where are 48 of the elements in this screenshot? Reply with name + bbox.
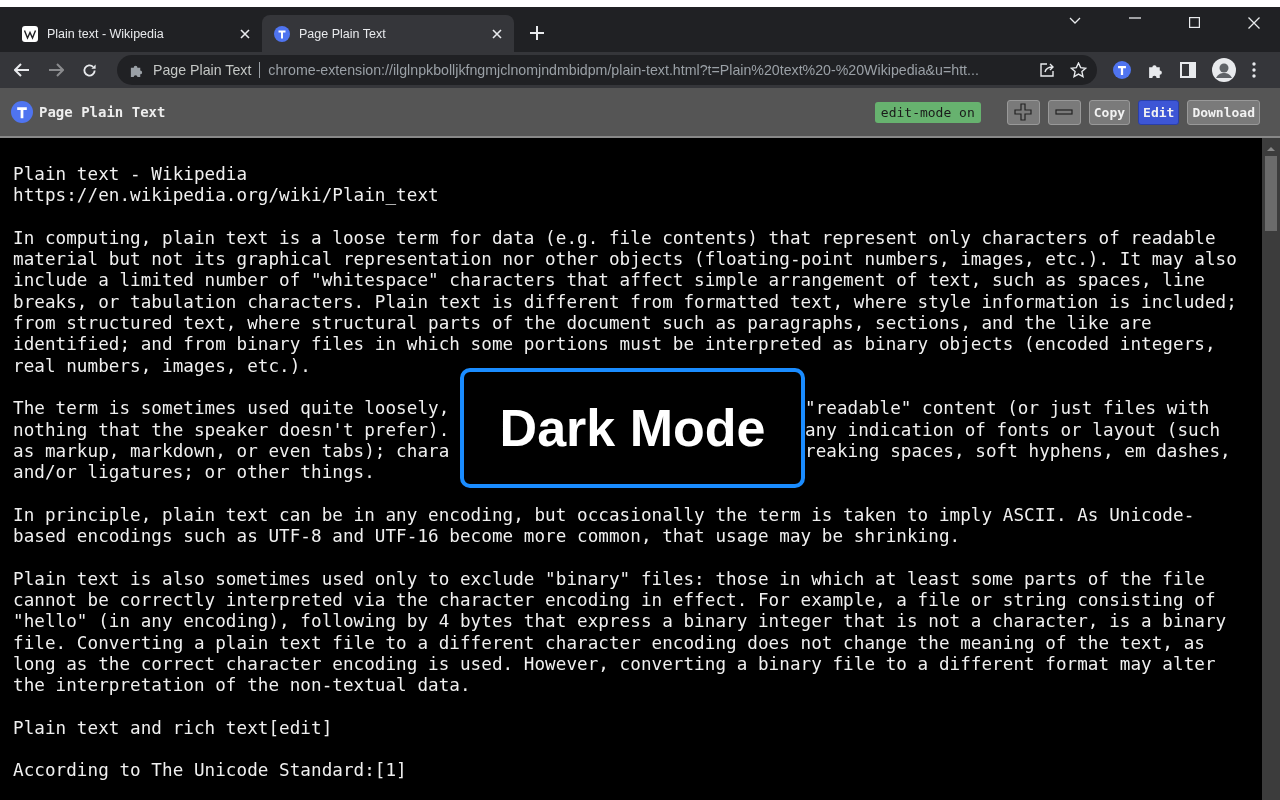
menu-dots-icon[interactable] [1252, 62, 1256, 78]
paragraph: In principle, plain text can be in any encoding, but occasionally the term is taken to imply ASCII. As Unicode- based encodings such as UTF-8 and UTF-16 become more common, that usage may be shrinking. [13, 504, 1196, 548]
star-icon[interactable] [1070, 62, 1087, 78]
close-icon[interactable] [492, 28, 502, 39]
zoom-out-button[interactable] [1047, 99, 1081, 125]
toolbar-button[interactable]: Edit [1138, 99, 1180, 125]
paragraph: According to The Unicode Standard:[1] [13, 760, 408, 782]
avatar-icon[interactable] [1212, 58, 1236, 82]
close-icon[interactable] [1248, 17, 1260, 29]
paragraph: Plain text is also sometimes used only to exclude "binary" files: those in which at least some parts of the file cannot be correctly interpreted via the character encoding in effect. For example, a file or string consisting of "hello" (in any encoding), following by 4 bytes that express a binary integer that is not a character, is a binary file. Converting a plain text file to a different character encoding does not change the meaning of the text, as long as the correct character encoding is used. However, converting a binary file to a different format may alter the interpretation of the non-textual data. [13, 568, 1228, 697]
text-line: "readable" content (or just files with [805, 398, 1210, 420]
new-tab-icon[interactable] [530, 26, 544, 40]
plus-icon [1014, 103, 1033, 121]
maximize-icon[interactable] [1189, 17, 1200, 28]
t-logo-icon [11, 101, 33, 123]
paragraph: Plain text and rich text[edit] [13, 717, 334, 739]
text-line: any indication of fonts or layout (such [805, 419, 1221, 441]
zoom-in-button[interactable] [1006, 99, 1040, 125]
browser-tab[interactable]: Plain text - Wikipedia [10, 15, 262, 52]
text-line: as markup, markdown, or even tabs); chara [13, 440, 450, 463]
text-line: nothing that the speaker doesn't prefer). [13, 419, 450, 441]
wikipedia-w-icon [22, 25, 38, 42]
scroll-up-arrow-icon[interactable] [1267, 146, 1275, 151]
minus-icon [1055, 109, 1074, 115]
chevron-down-icon[interactable] [1069, 17, 1081, 25]
browser-tab[interactable]: Page Plain Text [262, 15, 514, 52]
overlay-label: Dark Mode [460, 368, 805, 488]
scrollbar-thumb[interactable] [1265, 156, 1277, 231]
url-text: chrome-extension://ilglnpkbolljkfngmjclnomjndmbidpm/plain-text.html?t=Plain%20text%20-%20Wikipedia&u=htt... [268, 62, 980, 78]
site-label: Page Plain Text [153, 62, 252, 78]
t-logo-icon[interactable] [1113, 61, 1131, 79]
toolbar-button[interactable]: Download [1187, 99, 1260, 125]
edit-mode-badge: edit-mode on [874, 101, 981, 123]
side-panel-icon[interactable] [1180, 62, 1196, 78]
forward-arrow-icon[interactable] [48, 63, 64, 77]
t-logo-icon [274, 25, 290, 42]
share-icon[interactable] [1039, 62, 1056, 78]
extension-title: Page Plain Text [39, 104, 166, 120]
text-line: The term is sometimes used quite loosely, [13, 398, 450, 420]
close-icon[interactable] [240, 28, 250, 39]
address-bar[interactable]: Page Plain Text chrome-extension://ilglnpkbolljkfngmjclnomjndmbidpm/plain-text.html?t=Plain%20text%20-%20Wikipedia&u=htt... [117, 55, 1097, 85]
text-line: reaking spaces, soft hyphens, em dashes, [805, 440, 1231, 463]
reload-icon[interactable] [82, 62, 97, 78]
toolbar-button[interactable]: Copy [1088, 99, 1131, 125]
paragraph: Plain text - Wikipedia https://en.wikipedia.org/wiki/Plain_text [13, 164, 440, 207]
back-arrow-icon[interactable] [14, 63, 30, 77]
text-line: and/or ligatures; or other things. [13, 462, 375, 484]
scrollbar[interactable] [1262, 138, 1280, 800]
